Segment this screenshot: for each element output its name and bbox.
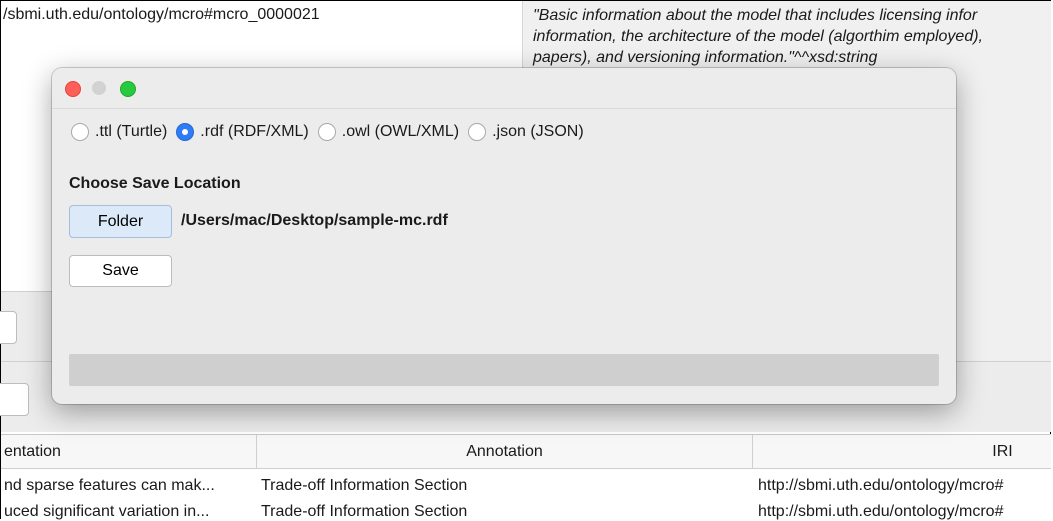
- zoom-window-icon[interactable]: [120, 81, 136, 97]
- save-button[interactable]: Save: [69, 255, 172, 287]
- format-label: .owl (OWL/XML): [341, 123, 460, 140]
- column-header-annotation[interactable]: Annotation: [257, 435, 753, 469]
- table-cell[interactable]: nd sparse features can mak...: [4, 473, 254, 499]
- table-cell[interactable]: http://sbmi.uth.edu/ontology/mcro#: [758, 499, 1051, 520]
- background-button[interactable]: [0, 311, 17, 344]
- table-cell[interactable]: http://sbmi.uth.edu/ontology/mcro#: [758, 473, 1051, 499]
- format-option-ttl[interactable]: .ttl (Turtle): [71, 123, 167, 141]
- progress-bar: [69, 354, 939, 386]
- format-radio-group: .ttl (Turtle) .rdf (RDF/XML) .owl (OWL/X…: [71, 121, 593, 143]
- description-line: papers), and versioning information."^^x…: [533, 49, 878, 66]
- radio-button-icon[interactable]: [71, 123, 89, 141]
- radio-button-selected-icon[interactable]: [176, 123, 195, 141]
- iri-text: /sbmi.uth.edu/ontology/mcro#mcro_0000021: [3, 6, 320, 23]
- close-window-icon[interactable]: [65, 81, 81, 97]
- description-line: "Basic information about the model that …: [533, 7, 978, 24]
- save-path-label: /Users/mac/Desktop/sample-mc.rdf: [181, 212, 448, 229]
- format-option-rdf[interactable]: .rdf (RDF/XML): [176, 123, 309, 141]
- save-location-heading: Choose Save Location: [69, 175, 241, 192]
- table-cell[interactable]: uced significant variation in...: [4, 499, 254, 520]
- column-header-representation[interactable]: entation: [1, 435, 257, 469]
- table-cell[interactable]: Trade-off Information Section: [261, 473, 741, 499]
- folder-button[interactable]: Folder: [69, 205, 172, 238]
- description-text: "Basic information about the model that …: [533, 5, 1051, 68]
- background-button[interactable]: [0, 383, 29, 416]
- format-option-owl[interactable]: .owl (OWL/XML): [317, 123, 460, 141]
- export-dialog: .ttl (Turtle) .rdf (RDF/XML) .owl (OWL/X…: [52, 68, 956, 404]
- format-label: .ttl (Turtle): [95, 123, 168, 140]
- minimize-window-icon: [92, 81, 106, 95]
- table-cell[interactable]: Trade-off Information Section: [261, 499, 741, 520]
- radio-button-icon[interactable]: [317, 123, 336, 141]
- column-header-iri[interactable]: IRI: [753, 435, 1051, 469]
- description-line: information, the architecture of the mod…: [533, 28, 983, 45]
- format-option-json[interactable]: .json (JSON): [468, 123, 584, 141]
- dialog-titlebar[interactable]: [52, 68, 956, 109]
- format-label: .rdf (RDF/XML): [200, 123, 309, 140]
- annotation-table: entation Annotation IRI nd sparse featur…: [1, 434, 1051, 520]
- radio-button-icon[interactable]: [468, 123, 487, 141]
- format-label: .json (JSON): [492, 123, 584, 140]
